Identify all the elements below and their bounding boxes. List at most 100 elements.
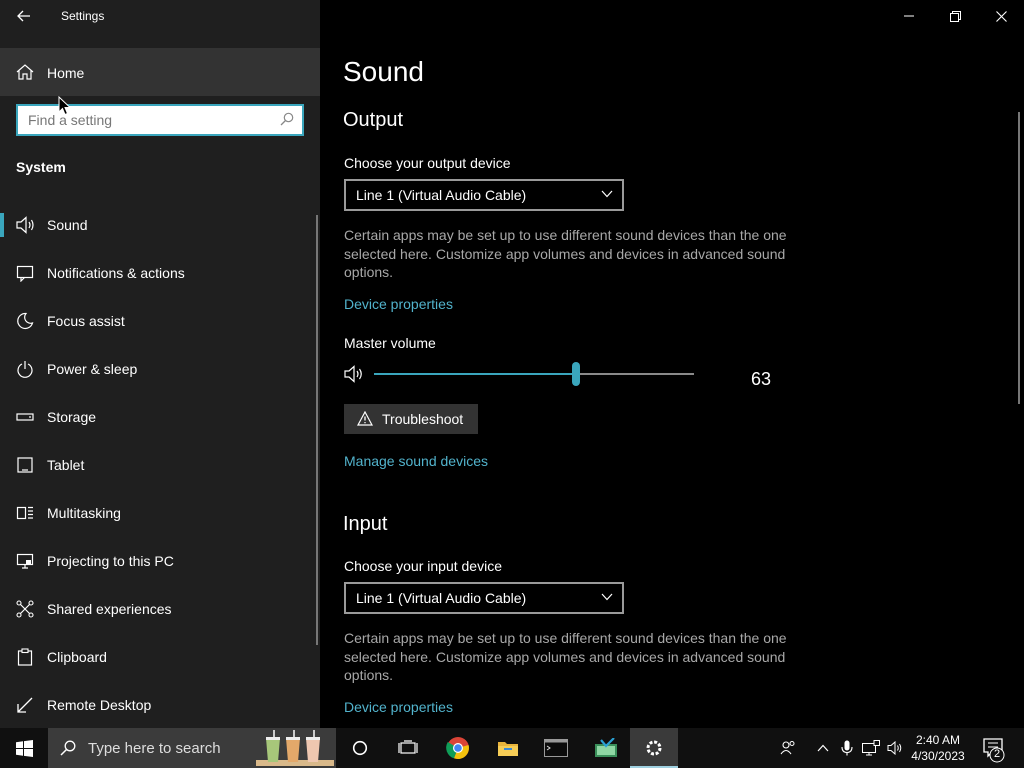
virtual-cable-button[interactable]: [582, 728, 630, 768]
moon-icon: [17, 312, 34, 330]
projecting-icon: [16, 553, 34, 569]
chrome-button[interactable]: [434, 728, 482, 768]
home-icon: [16, 64, 34, 80]
output-device-label: Choose your output device: [344, 155, 511, 171]
group-title: System: [16, 159, 66, 175]
taskbar-search[interactable]: Type here to search: [48, 728, 336, 768]
back-button[interactable]: [0, 0, 48, 32]
sidebar-item-remote-desktop[interactable]: Remote Desktop: [0, 681, 316, 729]
task-view-icon: [398, 740, 418, 754]
sidebar-item-label: Projecting to this PC: [47, 553, 174, 569]
content-scrollbar[interactable]: [1018, 112, 1020, 404]
sidebar-item-shared-experiences[interactable]: Shared experiences: [0, 585, 316, 633]
home-label: Home: [47, 65, 85, 81]
output-device-dropdown[interactable]: Line 1 (Virtual Audio Cable): [344, 179, 624, 211]
output-heading: Output: [343, 109, 404, 131]
sidebar: Settings Home System Sound Notifications …: [0, 0, 320, 728]
volume-tray-button[interactable]: [884, 728, 906, 768]
sidebar-scrollbar[interactable]: [316, 215, 318, 645]
restore-icon: [949, 10, 961, 22]
restore-button[interactable]: [932, 0, 978, 32]
clock-date: 4/30/2023: [911, 749, 965, 763]
master-volume-slider[interactable]: [374, 362, 694, 386]
file-explorer-button[interactable]: [484, 728, 532, 768]
back-arrow-icon: [17, 10, 30, 22]
people-button[interactable]: [776, 728, 800, 768]
cortana-button[interactable]: [336, 728, 384, 768]
sidebar-item-focus-assist[interactable]: Focus assist: [0, 297, 316, 345]
sidebar-item-multitasking[interactable]: Multitasking: [0, 489, 316, 537]
sidebar-item-projecting-to-this-pc[interactable]: Projecting to this PC: [0, 537, 316, 585]
shared-experiences-icon: [16, 600, 34, 618]
master-volume-label: Master volume: [344, 335, 436, 351]
speaker-icon: [16, 216, 34, 234]
input-device-properties-link[interactable]: Device properties: [344, 699, 453, 715]
manage-sound-devices-link[interactable]: Manage sound devices: [344, 453, 488, 469]
slider-fill: [374, 373, 576, 375]
output-description: Certain apps may be set up to use differ…: [344, 227, 787, 281]
input-device-dropdown[interactable]: Line 1 (Virtual Audio Cable): [344, 582, 624, 614]
settings-taskbar-button[interactable]: [630, 728, 678, 768]
output-device-value: Line 1 (Virtual Audio Cable): [356, 187, 527, 203]
page-title: Sound: [343, 56, 424, 87]
sidebar-item-storage[interactable]: Storage: [0, 393, 316, 441]
terminal-button[interactable]: [532, 728, 580, 768]
chevron-down-icon: [601, 190, 613, 198]
warning-icon: [357, 411, 373, 426]
volume-icon: [887, 741, 902, 755]
cortana-icon: [352, 740, 368, 756]
minimize-icon: [904, 15, 914, 17]
terminal-icon: [544, 739, 568, 757]
network-button[interactable]: [860, 728, 882, 768]
minimize-button[interactable]: [886, 0, 932, 32]
home-nav-item[interactable]: Home: [0, 48, 320, 96]
input-device-value: Line 1 (Virtual Audio Cable): [356, 590, 527, 606]
search-icon: [60, 740, 76, 756]
clipboard-icon: [17, 648, 33, 666]
sidebar-item-clipboard[interactable]: Clipboard: [0, 633, 316, 681]
people-icon: [780, 741, 795, 755]
master-volume-value: 63: [751, 369, 772, 389]
remote-desktop-icon: [17, 697, 33, 713]
sidebar-item-label: Notifications & actions: [47, 265, 185, 281]
close-button[interactable]: [978, 0, 1024, 32]
microphone-button[interactable]: [838, 728, 856, 768]
storage-icon: [16, 413, 34, 421]
clock[interactable]: 2:40 AM 4/30/2023: [905, 732, 971, 764]
settings-icon: [646, 740, 662, 756]
close-icon: [995, 10, 1007, 22]
file-explorer-icon: [498, 742, 518, 756]
content-pane: Sound Output Choose your output device L…: [320, 0, 1024, 728]
power-icon: [17, 361, 33, 378]
notification-count-badge: 2: [993, 748, 1001, 760]
input-description: Certain apps may be set up to use differ…: [344, 630, 787, 684]
sidebar-item-sound[interactable]: Sound: [0, 201, 316, 249]
mouse-cursor-icon: [58, 96, 72, 116]
titlebar-left: Settings: [0, 0, 320, 32]
chevron-down-icon: [601, 593, 613, 601]
task-view-button[interactable]: [384, 728, 432, 768]
slider-thumb[interactable]: [571, 362, 580, 386]
search-highlight-drinks-icon: [256, 730, 334, 766]
action-center-button[interactable]: 2: [976, 728, 1016, 768]
speaker-icon[interactable]: [344, 365, 364, 383]
start-button[interactable]: [0, 728, 48, 768]
sidebar-item-notifications-actions[interactable]: Notifications & actions: [0, 249, 316, 297]
sidebar-item-tablet[interactable]: Tablet: [0, 441, 316, 489]
tablet-icon: [17, 457, 33, 473]
chrome-icon: [446, 737, 469, 760]
sidebar-item-label: Sound: [47, 217, 88, 233]
troubleshoot-button[interactable]: Troubleshoot: [344, 404, 478, 434]
input-heading: Input: [343, 513, 388, 535]
sidebar-item-label: Storage: [47, 409, 97, 425]
sidebar-item-label: Power & sleep: [47, 361, 138, 377]
sidebar-item-power-sleep[interactable]: Power & sleep: [0, 345, 316, 393]
output-device-properties-link[interactable]: Device properties: [344, 296, 453, 312]
network-icon: [862, 740, 880, 756]
multitasking-icon: [16, 506, 33, 520]
input-device-label: Choose your input device: [344, 558, 502, 574]
troubleshoot-label: Troubleshoot: [382, 411, 464, 427]
show-hidden-icons-button[interactable]: [812, 728, 834, 768]
sidebar-item-label: Focus assist: [47, 313, 125, 329]
sidebar-item-label: Clipboard: [47, 649, 107, 665]
